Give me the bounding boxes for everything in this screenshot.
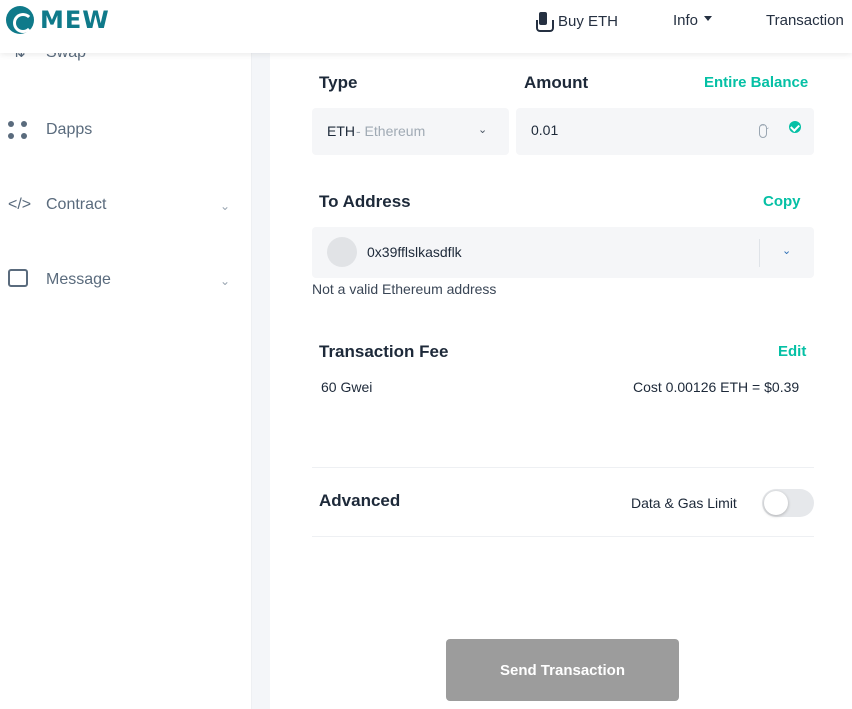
token-name: - Ethereum [356,123,426,139]
sidebar-item-label: Dapps [46,121,93,138]
entire-balance-link[interactable]: Entire Balance [704,74,808,91]
token-symbol: ETH [327,123,355,139]
address-error: Not a valid Ethereum address [312,281,497,297]
data-gas-limit-toggle[interactable] [762,489,814,517]
sidebar-item-dapps[interactable]: Dapps [8,119,92,141]
chevron-down-icon[interactable]: ⌄ [220,199,230,213]
nav-transaction[interactable]: Transaction [766,12,844,29]
number-spinner-icon[interactable]: ⌃⌄ [759,124,770,138]
sidebar-item-label: Contract [46,196,107,213]
divider [312,536,814,537]
caret-down-icon [704,15,713,21]
nav-info[interactable]: Info [673,12,713,29]
chevron-down-icon[interactable]: ⌄ [220,274,230,288]
send-transaction-button[interactable]: Send Transaction [446,639,679,701]
code-icon: </> [8,196,32,213]
address-value: 0x39fflslkasdflk [367,244,462,260]
nav-buy-eth[interactable]: Buy ETH [536,12,619,32]
chevron-down-icon[interactable]: ⌄ [782,244,791,257]
valid-check-icon [789,121,801,133]
type-label: Type [319,73,358,92]
logo[interactable]: MEW [6,6,110,34]
chevron-down-icon: ⌄ [478,124,488,136]
brand-name: MEW [40,6,110,34]
sidebar-item-label: Message [46,271,111,288]
top-bar: MEW Buy ETH Info Transaction [0,0,852,53]
buy-hand-icon [536,12,554,32]
transaction-fee-label: Transaction Fee [319,342,449,361]
amount-input[interactable]: 0.01 ⌃⌄ [516,108,814,155]
copy-link[interactable]: Copy [763,193,801,210]
address-input[interactable]: 0x39fflslkasdflk ⌄ [312,227,814,278]
dapps-icon [8,119,30,141]
sidebar-divider [252,0,270,709]
nav-label: Info [673,12,699,29]
message-icon [8,269,30,291]
gas-price: 60 Gwei [321,379,373,395]
input-divider [759,239,760,267]
data-gas-limit-label: Data & Gas Limit [631,495,737,511]
divider [312,467,814,468]
amount-label: Amount [524,73,589,92]
edit-fee-link[interactable]: Edit [778,343,806,360]
token-select[interactable]: ETH - Ethereum ⌄ [312,108,509,155]
sidebar: ⇅ Swap Dapps </> Contract ⌄ Message ⌄ [0,0,252,709]
advanced-label: Advanced [319,491,401,510]
fee-cost: Cost 0.00126 ETH = $0.39 [633,379,800,395]
nav-label: Transaction [766,12,844,29]
sidebar-item-contract[interactable]: </> Contract [8,194,106,216]
amount-value: 0.01 [531,122,559,138]
to-address-label: To Address [319,192,411,211]
mew-logo-icon [6,6,34,34]
nav-label: Buy ETH [558,12,619,30]
address-avatar [327,237,357,267]
sidebar-item-message[interactable]: Message [8,269,111,291]
